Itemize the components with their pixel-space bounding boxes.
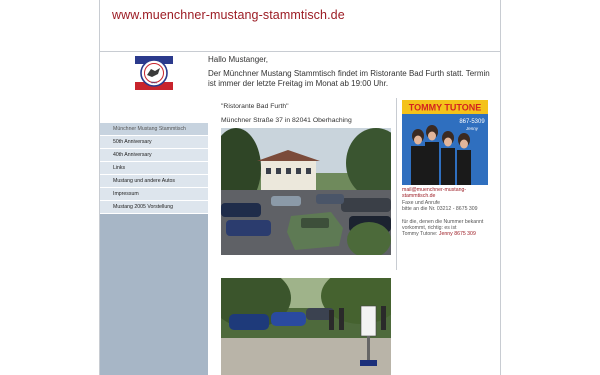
venue-address: Münchner Straße 37 in 82041 Oberhaching (221, 117, 352, 124)
banner-number: 867-5309 (459, 119, 485, 125)
contact-line-5: Tommy Tutone: Jenny 8675 309 (402, 231, 494, 237)
greeting: Hallo Mustanger, (208, 55, 269, 64)
contact-info: mail@muenchner-mustang-stammtisch.de Fax… (402, 187, 494, 238)
nav-item-40th-anniversary[interactable]: 40th Anniversary (100, 149, 208, 162)
column-divider (396, 98, 397, 270)
banner-tagline: Jenny (465, 126, 479, 131)
contact-line-5-prefix: Tommy Tutone: (402, 231, 439, 238)
page-container: www.muenchner-mustang-stammtisch.de MMS … (99, 0, 501, 375)
jenny-number-link[interactable]: Jenny 8675 309 (439, 231, 476, 237)
mustang-meetup-photo (221, 278, 391, 375)
site-url-link[interactable]: www.muenchner-mustang-stammtisch.de (112, 8, 345, 22)
nav-item-mustang-2005[interactable]: Mustang 2005 Vorstellung (100, 201, 208, 214)
intro-paragraph: Der Münchner Mustang Stammtisch findet i… (208, 69, 490, 88)
svg-text:MMS: MMS (151, 81, 157, 85)
tommy-tutone-banner: TOMMY TUTONE 867-5309 Jenny (402, 100, 488, 185)
nav-item-mustang-autos[interactable]: Mustang und andere Autos (100, 175, 208, 188)
nav-item-impressum[interactable]: Impressum (100, 188, 208, 201)
sidebar: Münchner Mustang Stammtisch 50th Anniver… (100, 123, 208, 375)
venue-name: "Ristorante Bad Furth" (221, 103, 289, 110)
sidebar-nav: Münchner Mustang Stammtisch 50th Anniver… (100, 123, 208, 214)
stammtisch-logo: MMS (135, 56, 173, 90)
email-link[interactable]: mail@muenchner-mustang-stammtisch.de (402, 187, 466, 199)
header: www.muenchner-mustang-stammtisch.de (100, 0, 500, 52)
nav-item-50th-anniversary[interactable]: 50th Anniversary (100, 136, 208, 149)
intro-text: Hallo Mustanger, Der Münchner Mustang St… (208, 55, 498, 89)
restaurant-parking-photo (221, 128, 391, 255)
nav-item-stammtisch[interactable]: Münchner Mustang Stammtisch (100, 123, 208, 136)
banner-title: TOMMY TUTONE (409, 103, 482, 113)
nav-item-links[interactable]: Links (100, 162, 208, 175)
